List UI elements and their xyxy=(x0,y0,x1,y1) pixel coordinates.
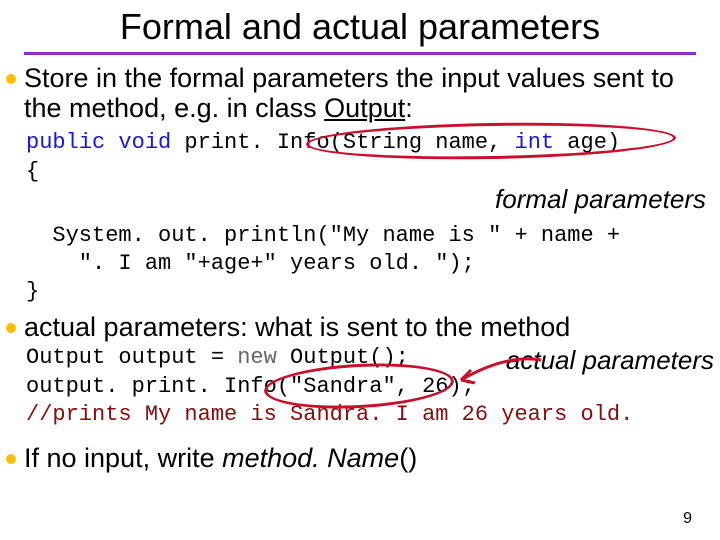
bullet-dot-icon xyxy=(6,74,16,84)
kw-int: int xyxy=(515,130,555,155)
kw-new: new xyxy=(237,345,277,370)
bullet-2-text: actual parameters: what is sent to the m… xyxy=(24,312,570,342)
slide-content: Store in the formal parameters the input… xyxy=(0,63,720,473)
bullet-3c: () xyxy=(399,443,417,473)
code-1d: print. Info(String name, xyxy=(171,130,514,155)
bullet-3-text: If no input, write method. Name() xyxy=(24,443,417,473)
kw-public: public xyxy=(26,130,105,155)
code-1f: age) xyxy=(554,130,620,155)
code2-line-3-comment: //prints My name is Sandra. I am 26 year… xyxy=(26,401,718,429)
bullet-dot-icon xyxy=(6,454,16,464)
bullet-1-class-name: Output xyxy=(324,93,405,123)
bullet-2: actual parameters: what is sent to the m… xyxy=(6,312,718,342)
code-line-2: { xyxy=(26,158,718,186)
bullet-dot-icon xyxy=(6,323,16,333)
sp xyxy=(105,130,118,155)
code2-1c: Output(); xyxy=(277,345,409,370)
code2-1a: Output output = xyxy=(26,345,237,370)
bullet-3a: If no input, write xyxy=(24,443,222,473)
code-line-1: public void print. Info(String name, int… xyxy=(26,129,718,157)
code-block-actual: actual parameters Output output = new Ou… xyxy=(26,344,718,428)
code-line-5: } xyxy=(26,278,718,306)
bullet-3-method: method. Name xyxy=(222,443,399,473)
code-block-formal: public void print. Info(String name, int… xyxy=(26,129,718,306)
slide-title: Formal and actual parameters xyxy=(0,0,720,52)
code-line-3: System. out. println("My name is " + nam… xyxy=(26,222,718,250)
bullet-1-text: Store in the formal parameters the input… xyxy=(24,63,718,123)
title-underline xyxy=(24,52,696,55)
kw-void: void xyxy=(118,130,171,155)
bullet-3: If no input, write method. Name() xyxy=(6,443,718,473)
page-number: 9 xyxy=(683,510,692,528)
bullet-1: Store in the formal parameters the input… xyxy=(6,63,718,123)
arrow-to-actual-icon xyxy=(446,350,556,400)
bullet-1-part-c: : xyxy=(405,93,413,123)
code-line-4: ". I am "+age+" years old. "); xyxy=(26,250,718,278)
annotation-formal-parameters: formal parameters xyxy=(495,183,706,216)
